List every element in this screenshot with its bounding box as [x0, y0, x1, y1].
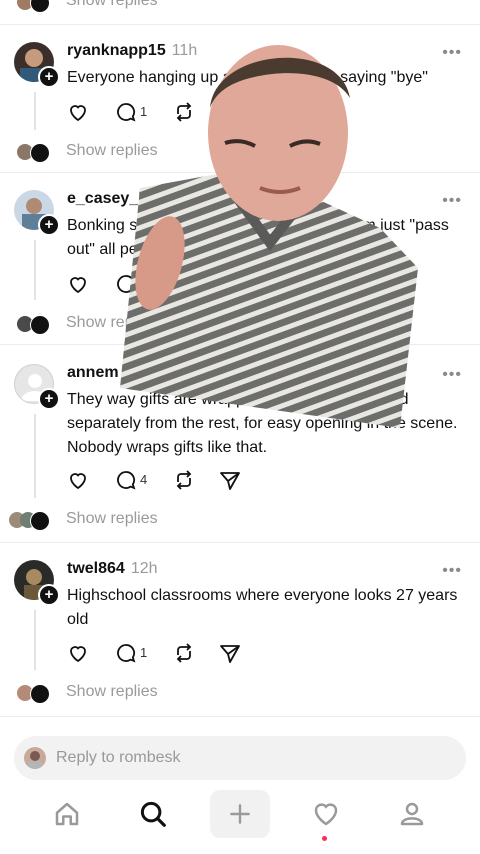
reply-placeholder[interactable]: Reply to rombesk: [56, 749, 181, 767]
send-icon[interactable]: [218, 468, 242, 492]
replies-feed: Show replies + ryanknapp15 11h ••• Everyo…: [0, 0, 480, 734]
comment-icon[interactable]: 4: [114, 468, 147, 492]
follow-icon[interactable]: +: [38, 388, 60, 410]
thread-line: [34, 414, 36, 498]
divider: [0, 24, 480, 25]
reply-count: 4: [140, 472, 148, 487]
notification-dot: [322, 836, 327, 841]
bottom-nav: [0, 790, 480, 854]
show-replies-row[interactable]: Show replies: [0, 673, 480, 713]
more-options-icon[interactable]: •••: [442, 44, 462, 62]
send-icon[interactable]: [218, 641, 242, 665]
repost-icon[interactable]: [172, 468, 196, 492]
follow-icon[interactable]: +: [38, 214, 60, 236]
show-replies-label[interactable]: Show replies: [66, 683, 158, 701]
avatar: [24, 747, 46, 769]
heart-icon[interactable]: [66, 641, 90, 665]
comment-icon[interactable]: 1: [114, 641, 147, 665]
profile-icon[interactable]: [382, 790, 442, 838]
show-replies-row[interactable]: Show replies: [0, 500, 480, 540]
home-icon[interactable]: [37, 790, 97, 838]
heart-icon[interactable]: [66, 100, 90, 124]
thread-line: [34, 610, 36, 670]
person-sticker-image: [120, 45, 418, 428]
show-replies-label[interactable]: Show replies: [66, 510, 158, 528]
thread-line: [34, 92, 36, 130]
more-options-icon[interactable]: •••: [442, 562, 462, 580]
reply-count: 1: [140, 645, 148, 660]
username[interactable]: annem: [67, 364, 125, 382]
post-text: Highschool classrooms where everyone loo…: [67, 587, 458, 628]
divider: [0, 542, 480, 543]
follow-icon[interactable]: +: [38, 66, 60, 88]
follow-icon[interactable]: +: [38, 584, 60, 606]
show-replies-label[interactable]: Show replies: [66, 0, 158, 10]
more-options-icon[interactable]: •••: [442, 366, 462, 384]
thread-line: [34, 240, 36, 300]
repost-icon[interactable]: [172, 641, 196, 665]
reply-composer[interactable]: Reply to rombesk: [14, 736, 466, 780]
heart-icon[interactable]: [66, 272, 90, 296]
show-replies-row[interactable]: Show replies: [0, 0, 480, 22]
username[interactable]: twel864 12h: [67, 560, 158, 578]
heart-icon[interactable]: [66, 468, 90, 492]
timestamp: 12h: [130, 560, 158, 577]
search-icon[interactable]: [123, 790, 183, 838]
more-options-icon[interactable]: •••: [442, 192, 462, 210]
plus-icon[interactable]: [210, 790, 270, 838]
heart-icon[interactable]: [296, 790, 356, 841]
divider: [0, 716, 480, 717]
